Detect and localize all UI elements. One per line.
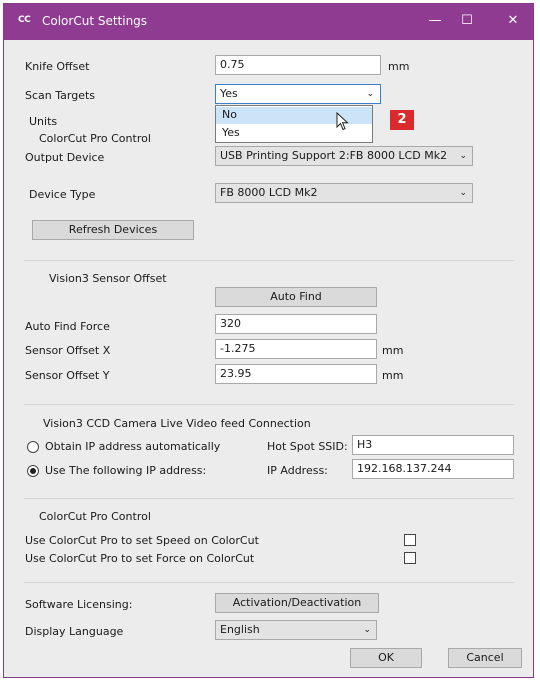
pro-force-checkbox[interactable] (404, 552, 416, 564)
divider (24, 404, 514, 405)
refresh-devices-button[interactable]: Refresh Devices (32, 220, 194, 240)
device-type-select[interactable]: FB 8000 LCD Mk2 ⌄ (215, 183, 473, 203)
device-type-value: FB 8000 LCD Mk2 (220, 186, 318, 199)
chevron-down-icon: ⌄ (459, 188, 467, 198)
ssid-label: Hot Spot SSID: (267, 440, 348, 453)
knife-offset-label: Knife Offset (25, 60, 90, 73)
auto-find-force-label: Auto Find Force (25, 320, 110, 333)
pro-force-label: Use ColorCut Pro to set Force on ColorCu… (25, 552, 255, 565)
knife-offset-input[interactable]: 0.75 (215, 55, 381, 75)
pro-control-heading: ColorCut Pro Control (39, 510, 151, 523)
activation-deactivation-button[interactable]: Activation/Deactivation (215, 593, 379, 613)
output-device-select[interactable]: USB Printing Support 2:FB 8000 LCD Mk2 ⌄ (215, 146, 473, 166)
maximize-button[interactable]: ☐ (452, 10, 482, 32)
radio-selected-dot (30, 468, 36, 474)
scan-targets-label: Scan Targets (25, 89, 96, 102)
device-type-label: Device Type (29, 188, 96, 201)
window-title: ColorCut Settings (42, 14, 148, 28)
obtain-ip-radio[interactable] (27, 441, 39, 453)
cancel-button[interactable]: Cancel (448, 648, 522, 668)
pro-speed-label: Use ColorCut Pro to set Speed on ColorCu… (25, 534, 259, 547)
sensor-offset-x-unit: mm (382, 344, 404, 357)
auto-find-force-input[interactable]: 320 (215, 314, 377, 334)
colorcut-pro-control-sublabel: ColorCut Pro Control (39, 132, 151, 145)
scan-targets-select[interactable]: Yes ⌄ (215, 84, 381, 104)
camera-connection-heading: Vision3 CCD Camera Live Video feed Conne… (43, 417, 311, 430)
scan-targets-selected-value: Yes (220, 87, 238, 100)
app-logo-icon: CC (18, 15, 31, 25)
display-language-select[interactable]: English ⌄ (215, 620, 377, 640)
sensor-offset-x-input[interactable]: -1.275 (215, 339, 377, 359)
display-language-value: English (220, 623, 260, 636)
ok-button[interactable]: OK (350, 648, 422, 668)
ip-address-label: IP Address: (267, 464, 328, 477)
chevron-down-icon: ⌄ (366, 89, 374, 99)
title-bar[interactable]: CC ColorCut Settings — ☐ ✕ (4, 4, 533, 40)
display-language-label: Display Language (25, 625, 124, 638)
sensor-offset-y-unit: mm (382, 369, 404, 382)
sensor-offset-y-input[interactable]: 23.95 (215, 364, 377, 384)
minimize-button[interactable]: — (420, 10, 450, 32)
obtain-ip-label: Obtain IP address automatically (45, 440, 221, 453)
mouse-pointer-icon (336, 112, 349, 131)
step-badge: 2 (390, 110, 414, 130)
sensor-offset-y-label: Sensor Offset Y (25, 369, 110, 382)
settings-window: CC ColorCut Settings — ☐ ✕ Knife Offset … (3, 3, 534, 678)
output-device-value: USB Printing Support 2:FB 8000 LCD Mk2 (220, 149, 448, 162)
use-ip-radio[interactable] (27, 465, 39, 477)
software-licensing-label: Software Licensing: (25, 598, 133, 611)
divider (24, 260, 514, 261)
pro-speed-checkbox[interactable] (404, 534, 416, 546)
use-ip-label: Use The following IP address: (45, 464, 207, 477)
sensor-offset-x-label: Sensor Offset X (25, 344, 111, 357)
chevron-down-icon: ⌄ (363, 625, 371, 635)
divider (24, 498, 514, 499)
divider (24, 582, 514, 583)
ssid-input[interactable]: H3 (352, 435, 514, 455)
knife-offset-unit: mm (388, 60, 410, 73)
output-device-label: Output Device (25, 151, 105, 164)
sensor-offset-heading: Vision3 Sensor Offset (49, 272, 167, 285)
close-button[interactable]: ✕ (498, 10, 528, 32)
auto-find-button[interactable]: Auto Find (215, 287, 377, 307)
units-label: Units (29, 115, 58, 128)
ip-address-input[interactable]: 192.168.137.244 (352, 459, 514, 479)
chevron-down-icon: ⌄ (459, 151, 467, 161)
